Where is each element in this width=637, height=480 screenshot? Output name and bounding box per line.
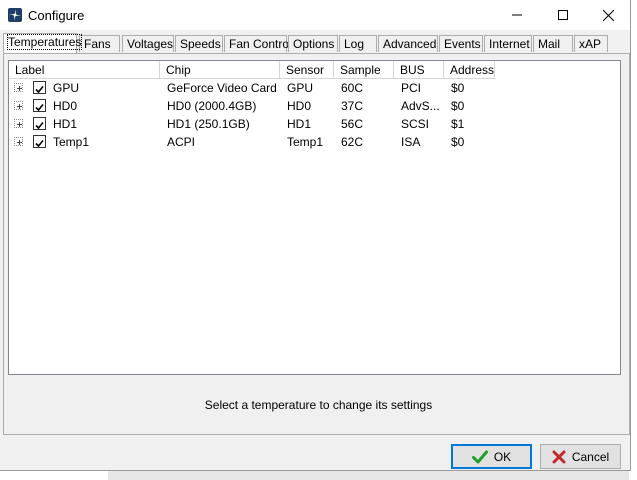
tab-speeds[interactable]: Speeds: [175, 35, 223, 52]
cell-chip: GeForce Video Card: [167, 81, 277, 95]
cancel-button-label: Cancel: [571, 449, 610, 464]
expand-icon[interactable]: [14, 101, 23, 110]
checkmark-icon: [35, 85, 44, 94]
tab-log[interactable]: Log: [339, 35, 377, 52]
checkmark-icon: [35, 121, 44, 130]
checkmark-icon: [35, 103, 44, 112]
cell-label: HD1: [53, 117, 78, 131]
row-checkbox[interactable]: [33, 135, 46, 148]
cell-label: GPU: [53, 81, 80, 95]
title-bar[interactable]: Configure: [0, 0, 630, 30]
cell-sensor: Temp1: [287, 135, 324, 149]
tab-options[interactable]: Options: [288, 35, 338, 52]
expand-icon[interactable]: [14, 137, 23, 146]
cell-address: $0: [451, 135, 465, 149]
table-row[interactable]: GPU GeForce Video Card GPU 60C PCI $0: [9, 79, 620, 97]
tab-mail[interactable]: Mail: [533, 35, 573, 52]
cell-bus: ISA: [401, 135, 421, 149]
cell-bus: SCSI: [401, 117, 430, 131]
expand-icon[interactable]: [14, 119, 23, 128]
table-row[interactable]: HD1 HD1 (250.1GB) HD1 56C SCSI $1: [9, 115, 620, 133]
configure-dialog: Configure Temperatures Fans Voltages Spe…: [0, 0, 631, 471]
row-checkbox[interactable]: [33, 81, 46, 94]
cell-sample: 62C: [341, 135, 364, 149]
column-header-address[interactable]: Address: [444, 61, 495, 79]
row-checkbox[interactable]: [33, 99, 46, 112]
cancel-button[interactable]: Cancel: [540, 444, 621, 469]
cell-address: $0: [451, 99, 465, 113]
expand-icon[interactable]: [14, 83, 23, 92]
cancel-x-icon: [552, 450, 566, 463]
table-row[interactable]: HD0 HD0 (2000.4GB) HD0 37C AdvS... $0: [9, 97, 620, 115]
close-button[interactable]: [585, 0, 631, 30]
column-header-sensor[interactable]: Sensor: [280, 61, 334, 79]
cell-label: Temp1: [53, 135, 90, 149]
cell-bus: PCI: [401, 81, 422, 95]
maximize-button[interactable]: [540, 0, 586, 30]
cell-bus: AdvS...: [401, 99, 440, 113]
cell-chip: HD0 (2000.4GB): [167, 99, 257, 113]
minimize-button[interactable]: [494, 0, 540, 30]
tab-fans[interactable]: Fans: [79, 35, 120, 52]
ok-button-label: OK: [493, 449, 512, 464]
cell-sensor: HD1: [287, 117, 312, 131]
close-icon: [602, 9, 614, 21]
cell-address: $1: [451, 117, 465, 131]
cell-sample: 37C: [341, 99, 364, 113]
tab-voltages[interactable]: Voltages: [122, 35, 174, 52]
tab-temperatures[interactable]: Temperatures: [3, 33, 83, 53]
tab-strip: Temperatures Fans Voltages Speeds Fan Co…: [3, 33, 630, 53]
app-fan-icon: [8, 8, 22, 22]
cell-sample: 60C: [341, 81, 364, 95]
cell-address: $0: [451, 81, 465, 95]
cell-sample: 56C: [341, 117, 364, 131]
sensor-list[interactable]: Label Chip Sensor Sample BUS Address GPU…: [8, 60, 621, 375]
row-checkbox[interactable]: [33, 117, 46, 130]
tab-fan-control[interactable]: Fan Control: [224, 35, 292, 52]
maximize-icon: [558, 10, 568, 20]
column-header-chip[interactable]: Chip: [160, 61, 280, 79]
minimize-icon: [512, 14, 522, 16]
table-row[interactable]: Temp1 ACPI Temp1 62C ISA $0: [9, 133, 620, 151]
column-header-bus[interactable]: BUS: [394, 61, 444, 79]
tab-advanced[interactable]: Advanced: [378, 35, 438, 52]
window-title: Configure: [28, 8, 85, 23]
status-text: Select a temperature to change its setti…: [204, 398, 433, 412]
tab-internet[interactable]: Internet: [484, 35, 532, 52]
cell-sensor: HD0: [287, 99, 312, 113]
tab-xap[interactable]: xAP: [574, 35, 608, 52]
ok-check-icon: [471, 450, 488, 463]
cell-chip: ACPI: [167, 135, 196, 149]
cell-label: HD0: [53, 99, 78, 113]
cell-chip: HD1 (250.1GB): [167, 117, 250, 131]
tab-events[interactable]: Events: [439, 35, 483, 52]
column-header-sample[interactable]: Sample: [334, 61, 394, 79]
ok-button[interactable]: OK: [451, 444, 532, 469]
checkmark-icon: [35, 139, 44, 148]
column-header-label[interactable]: Label: [9, 61, 160, 79]
cell-sensor: GPU: [287, 81, 314, 95]
